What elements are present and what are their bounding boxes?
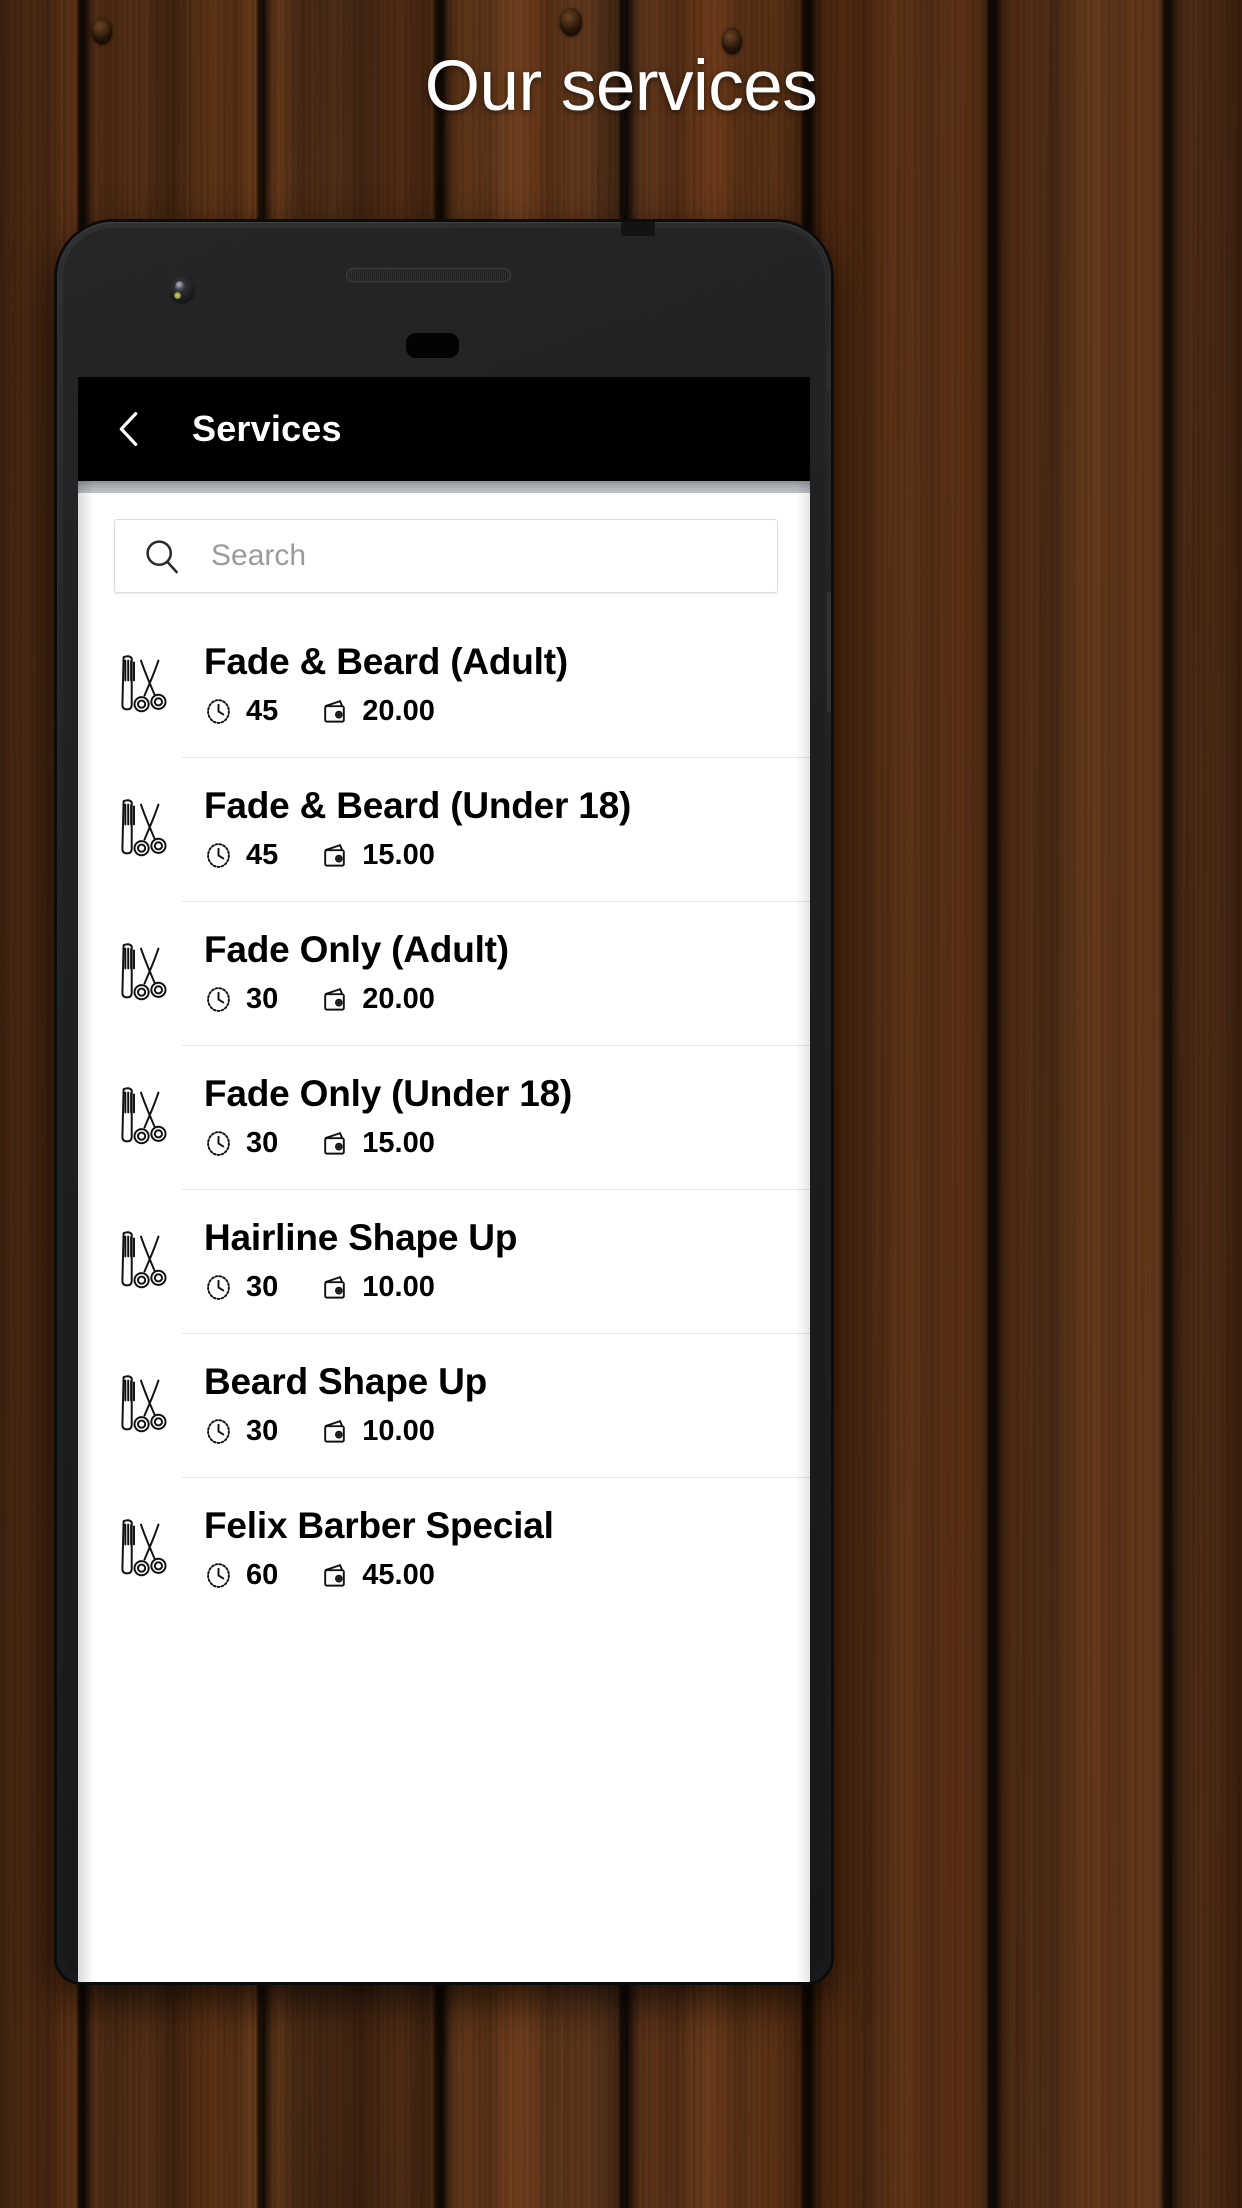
wallet-icon bbox=[324, 700, 346, 723]
duration-value: 45 bbox=[246, 839, 279, 872]
proximity-sensor-icon bbox=[406, 333, 459, 358]
service-duration: 45 bbox=[204, 695, 278, 728]
phone-volume-button[interactable] bbox=[827, 592, 831, 712]
wallet-icon bbox=[324, 1564, 346, 1587]
service-name: Fade & Beard (Under 18) bbox=[204, 784, 632, 826]
comb-scissors-icon bbox=[100, 937, 182, 1009]
service-name: Fade Only (Under 18) bbox=[204, 1072, 573, 1114]
search-section bbox=[78, 493, 810, 613]
service-price: 10.00 bbox=[320, 1271, 435, 1304]
duration-value: 45 bbox=[246, 695, 279, 728]
service-info: Hairline Shape Up 30 10.00 bbox=[204, 1218, 810, 1304]
phone-top-nub bbox=[621, 222, 655, 236]
service-price: 45.00 bbox=[320, 1559, 435, 1592]
service-duration: 30 bbox=[204, 1415, 278, 1448]
comb-scissors-icon bbox=[100, 793, 182, 865]
comb-scissors-icon bbox=[100, 1369, 182, 1441]
wallet-icon bbox=[324, 988, 346, 1011]
phone-side-button-right[interactable] bbox=[827, 350, 831, 390]
price-value: 20.00 bbox=[362, 983, 435, 1016]
service-info: Fade & Beard (Adult) 45 20.00 bbox=[204, 642, 810, 728]
nail-head bbox=[560, 8, 582, 36]
service-info: Fade Only (Under 18) 30 15.00 bbox=[204, 1074, 810, 1160]
service-duration: 60 bbox=[204, 1559, 278, 1592]
service-row[interactable]: Fade & Beard (Adult) 45 20.00 bbox=[78, 613, 810, 757]
camera-led-icon bbox=[174, 292, 181, 299]
search-box[interactable] bbox=[114, 519, 778, 593]
service-meta: 45 20.00 bbox=[204, 695, 810, 728]
price-value: 15.00 bbox=[362, 1127, 435, 1160]
service-duration: 45 bbox=[204, 839, 278, 872]
service-price: 15.00 bbox=[320, 839, 435, 872]
service-price: 20.00 bbox=[320, 983, 435, 1016]
service-meta: 45 15.00 bbox=[204, 839, 810, 872]
phone-mockup: Services Search Fade & Beard (Adult) 45 … bbox=[57, 222, 831, 1982]
comb-scissors-icon bbox=[100, 1081, 182, 1153]
service-price: 20.00 bbox=[320, 695, 435, 728]
service-name: Fade & Beard (Adult) bbox=[204, 640, 568, 682]
wallet-icon bbox=[324, 844, 346, 867]
service-row[interactable]: Hairline Shape Up 30 10.00 bbox=[78, 1189, 810, 1333]
service-meta: 30 15.00 bbox=[204, 1127, 810, 1160]
service-duration: 30 bbox=[204, 1271, 278, 1304]
duration-value: 30 bbox=[246, 983, 279, 1016]
service-name: Fade Only (Adult) bbox=[204, 928, 509, 970]
page-title: Our services bbox=[424, 47, 818, 126]
service-duration: 30 bbox=[204, 983, 278, 1016]
duration-value: 30 bbox=[246, 1415, 279, 1448]
nail-head bbox=[92, 18, 112, 44]
service-meta: 30 10.00 bbox=[204, 1415, 810, 1448]
price-value: 45.00 bbox=[362, 1559, 435, 1592]
price-value: 15.00 bbox=[362, 839, 435, 872]
clock-icon bbox=[207, 843, 230, 868]
service-row[interactable]: Felix Barber Special 60 45.00 bbox=[78, 1477, 810, 1621]
phone-side-button-left[interactable] bbox=[57, 342, 61, 386]
duration-value: 30 bbox=[246, 1271, 279, 1304]
service-meta: 30 10.00 bbox=[204, 1271, 810, 1304]
price-value: 10.00 bbox=[362, 1271, 435, 1304]
wallet-icon bbox=[324, 1132, 346, 1155]
service-name: Hairline Shape Up bbox=[204, 1216, 518, 1258]
service-meta: 30 20.00 bbox=[204, 983, 810, 1016]
price-value: 10.00 bbox=[362, 1415, 435, 1448]
service-row[interactable]: Fade Only (Adult) 30 20.00 bbox=[78, 901, 810, 1045]
service-row[interactable]: Fade & Beard (Under 18) 45 15.00 bbox=[78, 757, 810, 901]
app-bar-divider bbox=[78, 481, 810, 493]
phone-screen: Services Search Fade & Beard (Adult) 45 … bbox=[78, 377, 810, 1982]
service-info: Felix Barber Special 60 45.00 bbox=[204, 1506, 810, 1592]
wallet-icon bbox=[324, 1420, 346, 1443]
service-price: 15.00 bbox=[320, 1127, 435, 1160]
price-value: 20.00 bbox=[362, 695, 435, 728]
clock-icon bbox=[207, 1275, 230, 1300]
clock-icon bbox=[207, 1563, 230, 1588]
chevron-left-icon[interactable] bbox=[106, 406, 152, 452]
service-price: 10.00 bbox=[320, 1415, 435, 1448]
comb-scissors-icon bbox=[100, 1513, 182, 1585]
comb-scissors-icon bbox=[100, 649, 182, 721]
service-duration: 30 bbox=[204, 1127, 278, 1160]
app-bar: Services bbox=[78, 377, 810, 481]
service-meta: 60 45.00 bbox=[204, 1559, 810, 1592]
clock-icon bbox=[207, 1419, 230, 1444]
front-camera-icon bbox=[167, 274, 197, 306]
duration-value: 30 bbox=[246, 1127, 279, 1160]
duration-value: 60 bbox=[246, 1559, 279, 1592]
services-list: Fade & Beard (Adult) 45 20.00 Fade & Bea… bbox=[78, 613, 810, 1621]
clock-icon bbox=[207, 987, 230, 1012]
service-name: Beard Shape Up bbox=[204, 1360, 487, 1402]
clock-icon bbox=[207, 699, 230, 724]
comb-scissors-icon bbox=[100, 1225, 182, 1297]
app-bar-title: Services bbox=[192, 408, 342, 449]
wallet-icon bbox=[324, 1276, 346, 1299]
clock-icon bbox=[207, 1131, 230, 1156]
service-info: Beard Shape Up 30 10.00 bbox=[204, 1362, 810, 1448]
service-row[interactable]: Fade Only (Under 18) 30 15.00 bbox=[78, 1045, 810, 1189]
service-row[interactable]: Beard Shape Up 30 10.00 bbox=[78, 1333, 810, 1477]
service-info: Fade & Beard (Under 18) 45 15.00 bbox=[204, 786, 810, 872]
service-name: Felix Barber Special bbox=[204, 1504, 554, 1546]
search-input[interactable] bbox=[211, 539, 777, 573]
earpiece-speaker-icon bbox=[346, 268, 511, 282]
search-icon bbox=[146, 540, 178, 574]
service-info: Fade Only (Adult) 30 20.00 bbox=[204, 930, 810, 1016]
